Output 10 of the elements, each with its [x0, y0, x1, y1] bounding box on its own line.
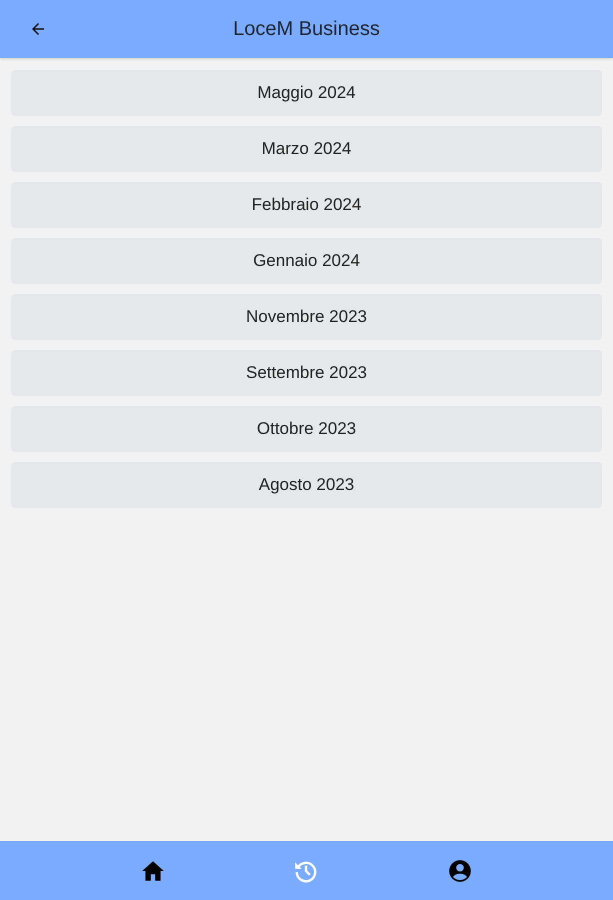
- month-button[interactable]: Settembre 2023: [11, 350, 602, 396]
- month-button[interactable]: Maggio 2024: [11, 70, 602, 116]
- month-button[interactable]: Novembre 2023: [11, 294, 602, 340]
- app-title: LoceM Business: [233, 18, 380, 40]
- month-button[interactable]: Febbraio 2024: [11, 182, 602, 228]
- month-button[interactable]: Gennaio 2024: [11, 238, 602, 284]
- month-button[interactable]: Ottobre 2023: [11, 406, 602, 452]
- month-button[interactable]: Marzo 2024: [11, 126, 602, 172]
- account-icon: [447, 858, 474, 884]
- month-button[interactable]: Agosto 2023: [11, 462, 602, 508]
